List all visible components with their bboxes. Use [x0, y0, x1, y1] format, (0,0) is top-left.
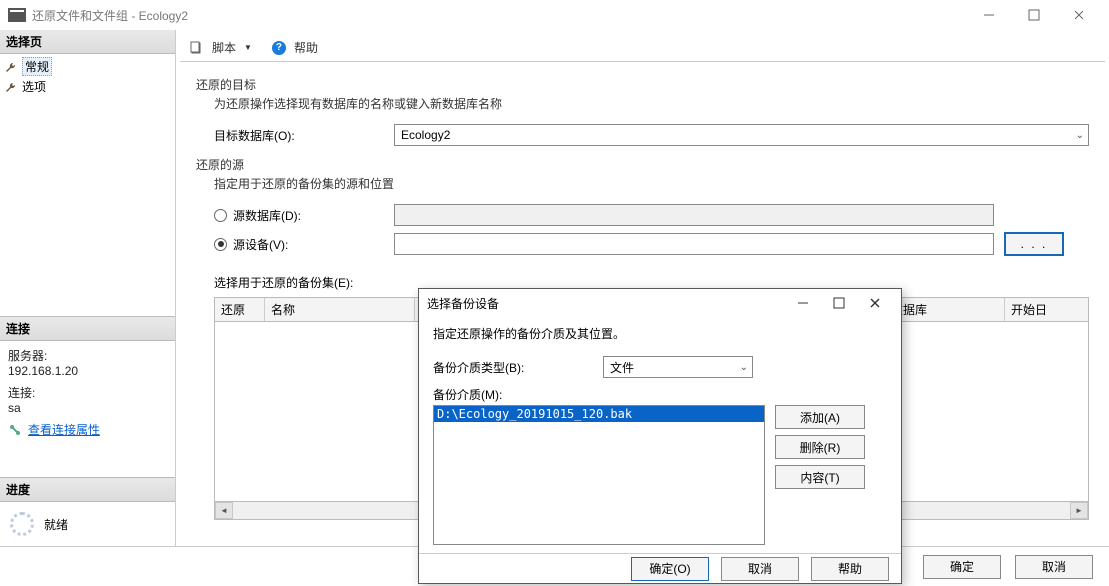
col-database[interactable]: 数据库 [885, 298, 1005, 321]
col-restore[interactable]: 还原 [215, 298, 265, 321]
dialog-help-button[interactable]: 帮助 [811, 557, 889, 581]
browse-button[interactable]: . . . [1004, 232, 1064, 256]
contents-button[interactable]: 内容(T) [775, 465, 865, 489]
target-section-desc: 为还原操作选择现有数据库的名称或键入新数据库名称 [214, 95, 1089, 112]
media-label: 备份介质(M): [433, 386, 887, 403]
progress-panel: 就绪 [0, 502, 175, 546]
view-connection-properties-link[interactable]: 查看连接属性 [28, 421, 100, 438]
media-type-select[interactable]: 文件 ⌄ [603, 356, 753, 378]
toolbar: 脚本 ▼ ? 帮助 [180, 34, 1105, 62]
connection-panel: 服务器: 192.168.1.20 连接: sa 查看连接属性 [0, 341, 175, 444]
main-titlebar: 还原文件和文件组 - Ecology2 [0, 0, 1109, 30]
minimize-button[interactable] [966, 1, 1011, 29]
window-title: 还原文件和文件组 - Ecology2 [32, 7, 188, 24]
connection-header: 连接 [0, 316, 175, 341]
scroll-left-icon[interactable]: ◄ [215, 502, 233, 519]
chevron-down-icon: ⌄ [740, 362, 748, 373]
server-value: 192.168.1.20 [8, 364, 167, 378]
progress-header: 进度 [0, 477, 175, 502]
source-db-combo [394, 204, 994, 226]
select-backup-device-dialog: 选择备份设备 指定还原操作的备份介质及其位置。 备份介质类型(B): 文件 ⌄ … [418, 288, 902, 584]
dialog-footer: 确定(O) 取消 帮助 [419, 553, 901, 583]
source-section-desc: 指定用于还原的备份集的源和位置 [214, 175, 1089, 192]
app-icon [8, 8, 26, 22]
help-button[interactable]: 帮助 [294, 39, 318, 56]
progress-status: 就绪 [44, 516, 68, 533]
maximize-button[interactable] [1011, 1, 1056, 29]
dialog-minimize-button[interactable] [785, 289, 821, 317]
remove-button[interactable]: 删除(R) [775, 435, 865, 459]
dialog-close-button[interactable] [857, 289, 893, 317]
script-icon [190, 41, 204, 55]
col-start[interactable]: 开始日 [1005, 298, 1088, 321]
spinner-icon [10, 512, 34, 536]
script-button[interactable]: 脚本 [212, 39, 236, 56]
server-label: 服务器: [8, 347, 167, 364]
source-device-radio[interactable] [214, 238, 227, 251]
sidebar-item-general[interactable]: 常规 [4, 56, 171, 77]
dialog-maximize-button[interactable] [821, 289, 857, 317]
cancel-button[interactable]: 取消 [1015, 555, 1093, 579]
target-db-combo[interactable]: Ecology2 ⌄ [394, 124, 1089, 146]
source-device-label: 源设备(V): [233, 236, 288, 253]
connection-icon [8, 423, 22, 437]
source-db-label: 源数据库(D): [233, 207, 301, 224]
dialog-cancel-button[interactable]: 取消 [721, 557, 799, 581]
sidebar-item-options[interactable]: 选项 [4, 77, 171, 96]
target-db-value: Ecology2 [401, 128, 450, 142]
list-item[interactable]: D:\Ecology_20191015_120.bak [434, 406, 764, 422]
dialog-instruction: 指定还原操作的备份介质及其位置。 [433, 325, 887, 342]
dialog-titlebar: 选择备份设备 [419, 289, 901, 317]
chevron-down-icon: ⌄ [1076, 130, 1084, 141]
help-icon: ? [272, 41, 286, 55]
source-db-radio[interactable] [214, 209, 227, 222]
ok-button[interactable]: 确定 [923, 555, 1001, 579]
wrench-icon [4, 60, 18, 74]
media-type-value: 文件 [610, 359, 634, 376]
dialog-title: 选择备份设备 [427, 295, 499, 312]
target-db-label: 目标数据库(O): [214, 127, 394, 144]
chevron-down-icon[interactable]: ▼ [244, 43, 252, 52]
close-button[interactable] [1056, 1, 1101, 29]
source-device-input[interactable] [394, 233, 994, 255]
sidebar-item-label: 常规 [22, 57, 52, 76]
media-listbox[interactable]: D:\Ecology_20191015_120.bak [433, 405, 765, 545]
scroll-right-icon[interactable]: ► [1070, 502, 1088, 519]
add-button[interactable]: 添加(A) [775, 405, 865, 429]
source-section-title: 还原的源 [196, 156, 1089, 173]
media-type-label: 备份介质类型(B): [433, 359, 603, 376]
conn-label: 连接: [8, 384, 167, 401]
sidebar: 选择页 常规 选项 连接 服务器: 192.168.1.20 连接: sa 查看… [0, 30, 176, 546]
conn-value: sa [8, 401, 167, 415]
wrench-icon [4, 80, 18, 94]
sidebar-header: 选择页 [0, 30, 175, 54]
sidebar-item-label: 选项 [22, 78, 46, 95]
dialog-ok-button[interactable]: 确定(O) [631, 557, 709, 581]
target-section-title: 还原的目标 [196, 76, 1089, 93]
col-name[interactable]: 名称 [265, 298, 415, 321]
